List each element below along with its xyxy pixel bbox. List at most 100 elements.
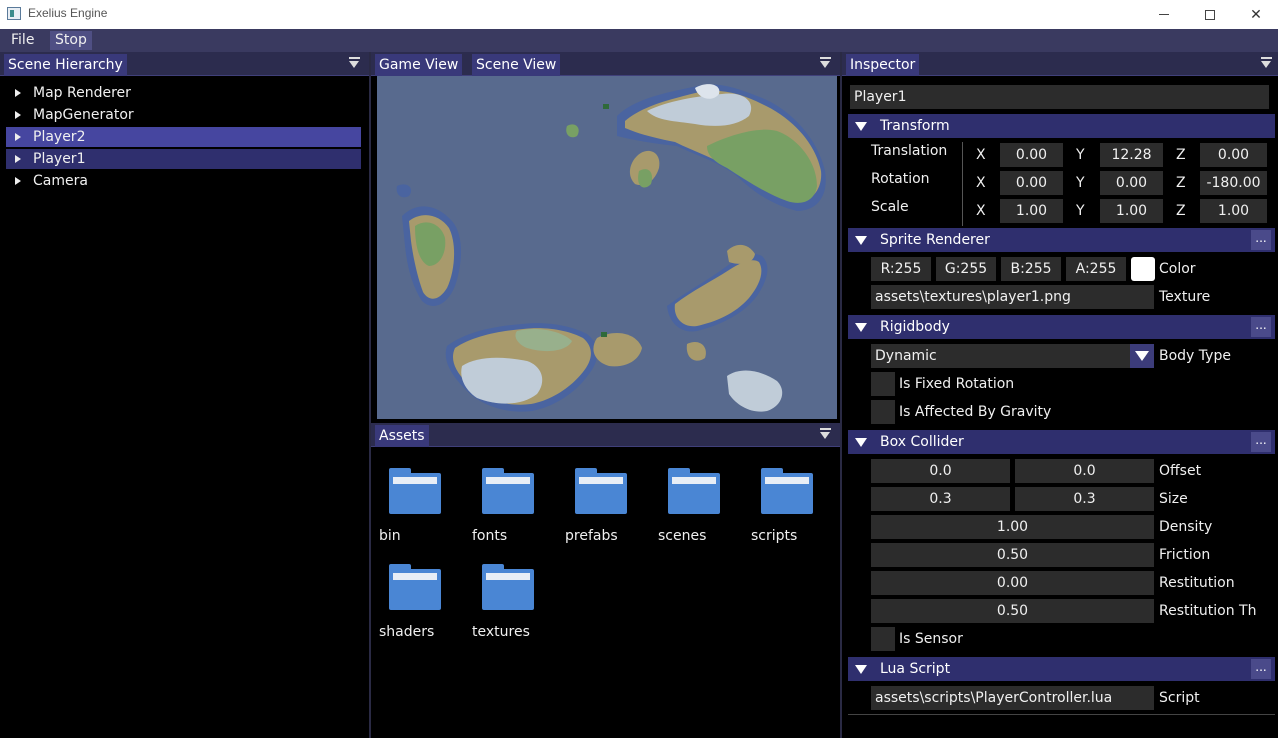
friction-label: Friction: [1159, 547, 1211, 563]
scale-y-field[interactable]: 1.00: [1100, 199, 1163, 223]
tab-scene-view[interactable]: Scene View: [472, 54, 561, 76]
translation-z-field[interactable]: 0.00: [1200, 143, 1267, 167]
hierarchy-item-map-renderer[interactable]: Map Renderer: [6, 83, 361, 103]
hierarchy-item-label: Map Renderer: [33, 85, 131, 101]
folder-fonts[interactable]: fonts: [472, 468, 562, 558]
color-label: Color: [1159, 261, 1196, 277]
axis-z-label: Z: [1176, 175, 1186, 191]
component-options-button[interactable]: ...: [1251, 659, 1271, 679]
folder-textures[interactable]: textures: [472, 564, 562, 654]
color-swatch[interactable]: [1131, 257, 1155, 281]
folder-icon: [575, 468, 627, 514]
affected-gravity-checkbox[interactable]: [871, 400, 895, 424]
tab-assets[interactable]: Assets: [375, 425, 429, 447]
body-type-label: Body Type: [1159, 348, 1231, 364]
maximize-button[interactable]: [1187, 0, 1233, 29]
hierarchy-item-label: Player1: [33, 151, 86, 167]
component-options-button[interactable]: ...: [1251, 317, 1271, 337]
folder-shaders[interactable]: shaders: [379, 564, 469, 654]
section-title: Transform: [880, 118, 950, 134]
script-path-field[interactable]: assets\scripts\PlayerController.lua: [871, 686, 1154, 710]
scale-label: Scale: [871, 199, 909, 215]
panel-menu-icon[interactable]: [1261, 57, 1272, 69]
panel-menu-icon[interactable]: [349, 57, 360, 69]
is-sensor-label: Is Sensor: [899, 631, 963, 647]
rotation-z-field[interactable]: -180.00: [1200, 171, 1267, 195]
hierarchy-item-player2[interactable]: Player2: [6, 127, 361, 147]
expand-arrow-icon[interactable]: [15, 177, 21, 185]
restitution-field[interactable]: 0.00: [871, 571, 1154, 595]
expand-arrow-icon[interactable]: [15, 133, 21, 141]
component-options-button[interactable]: ...: [1251, 230, 1271, 250]
game-viewport[interactable]: [377, 76, 837, 419]
axis-x-label: X: [976, 203, 986, 219]
folder-name: fonts: [472, 528, 508, 544]
scale-x-field[interactable]: 1.00: [1000, 199, 1063, 223]
section-title: Sprite Renderer: [880, 232, 990, 248]
scene-hierarchy-panel: Scene Hierarchy Map Renderer MapGenerato…: [0, 52, 369, 738]
expand-arrow-icon[interactable]: [15, 155, 21, 163]
separator: [848, 714, 1275, 715]
expand-arrow-icon[interactable]: [15, 89, 21, 97]
entity-name-input[interactable]: Player1: [850, 85, 1269, 109]
color-r-field[interactable]: R:255: [871, 257, 931, 281]
offset-x-field[interactable]: 0.0: [871, 459, 1010, 483]
size-x-field[interactable]: 0.3: [871, 487, 1010, 511]
transform-section-header[interactable]: Transform: [848, 114, 1275, 138]
folder-name: scenes: [658, 528, 707, 544]
folder-bin[interactable]: bin: [379, 468, 469, 558]
axis-z-label: Z: [1176, 203, 1186, 219]
hierarchy-item-mapgenerator[interactable]: MapGenerator: [6, 105, 361, 125]
translation-x-field[interactable]: 0.00: [1000, 143, 1063, 167]
tab-scene-hierarchy[interactable]: Scene Hierarchy: [4, 54, 127, 76]
tab-game-view[interactable]: Game View: [375, 54, 463, 76]
hierarchy-item-camera[interactable]: Camera: [6, 171, 361, 191]
script-label: Script: [1159, 690, 1200, 706]
panel-menu-icon[interactable]: [820, 428, 831, 440]
friction-field[interactable]: 0.50: [871, 543, 1154, 567]
close-button[interactable]: ✕: [1233, 0, 1278, 29]
folder-prefabs[interactable]: prefabs: [565, 468, 655, 558]
size-label: Size: [1159, 491, 1188, 507]
folder-scripts[interactable]: scripts: [751, 468, 841, 558]
texture-path-field[interactable]: assets\textures\player1.png: [871, 285, 1154, 309]
offset-label: Offset: [1159, 463, 1202, 479]
menu-file[interactable]: File: [6, 31, 39, 50]
density-label: Density: [1159, 519, 1213, 535]
translation-y-field[interactable]: 12.28: [1100, 143, 1163, 167]
lua-script-section-header[interactable]: Lua Script ...: [848, 657, 1275, 681]
maximize-icon: [1205, 9, 1215, 20]
is-sensor-checkbox[interactable]: [871, 627, 895, 651]
restitution-threshold-field[interactable]: 0.50: [871, 599, 1154, 623]
color-g-field[interactable]: G:255: [936, 257, 996, 281]
chevron-down-icon[interactable]: [1130, 344, 1154, 368]
minimize-icon: [1159, 14, 1169, 15]
collapse-arrow-icon: [855, 236, 867, 245]
hierarchy-item-player1[interactable]: Player1: [6, 149, 361, 169]
component-options-button[interactable]: ...: [1251, 432, 1271, 452]
sprite-renderer-section-header[interactable]: Sprite Renderer ...: [848, 228, 1275, 252]
rotation-x-field[interactable]: 0.00: [1000, 171, 1063, 195]
panel-menu-icon[interactable]: [820, 57, 831, 69]
rotation-y-field[interactable]: 0.00: [1100, 171, 1163, 195]
size-y-field[interactable]: 0.3: [1015, 487, 1154, 511]
density-field[interactable]: 1.00: [871, 515, 1154, 539]
hierarchy-item-label: Camera: [33, 173, 88, 189]
rigidbody-section-header[interactable]: Rigidbody ...: [848, 315, 1275, 339]
offset-y-field[interactable]: 0.0: [1015, 459, 1154, 483]
body-type-dropdown[interactable]: Dynamic: [871, 344, 1154, 368]
color-a-field[interactable]: A:255: [1066, 257, 1126, 281]
folder-scenes[interactable]: scenes: [658, 468, 748, 558]
menu-stop[interactable]: Stop: [50, 31, 92, 50]
axis-x-label: X: [976, 147, 986, 163]
axis-y-label: Y: [1076, 147, 1085, 163]
fixed-rotation-checkbox[interactable]: [871, 372, 895, 396]
expand-arrow-icon[interactable]: [15, 111, 21, 119]
folder-name: textures: [472, 624, 530, 640]
color-b-field[interactable]: B:255: [1001, 257, 1061, 281]
minimize-button[interactable]: [1141, 0, 1187, 29]
tab-inspector[interactable]: Inspector: [846, 54, 920, 76]
scale-z-field[interactable]: 1.00: [1200, 199, 1267, 223]
box-collider-section-header[interactable]: Box Collider ...: [848, 430, 1275, 454]
hierarchy-item-label: Player2: [33, 129, 86, 145]
